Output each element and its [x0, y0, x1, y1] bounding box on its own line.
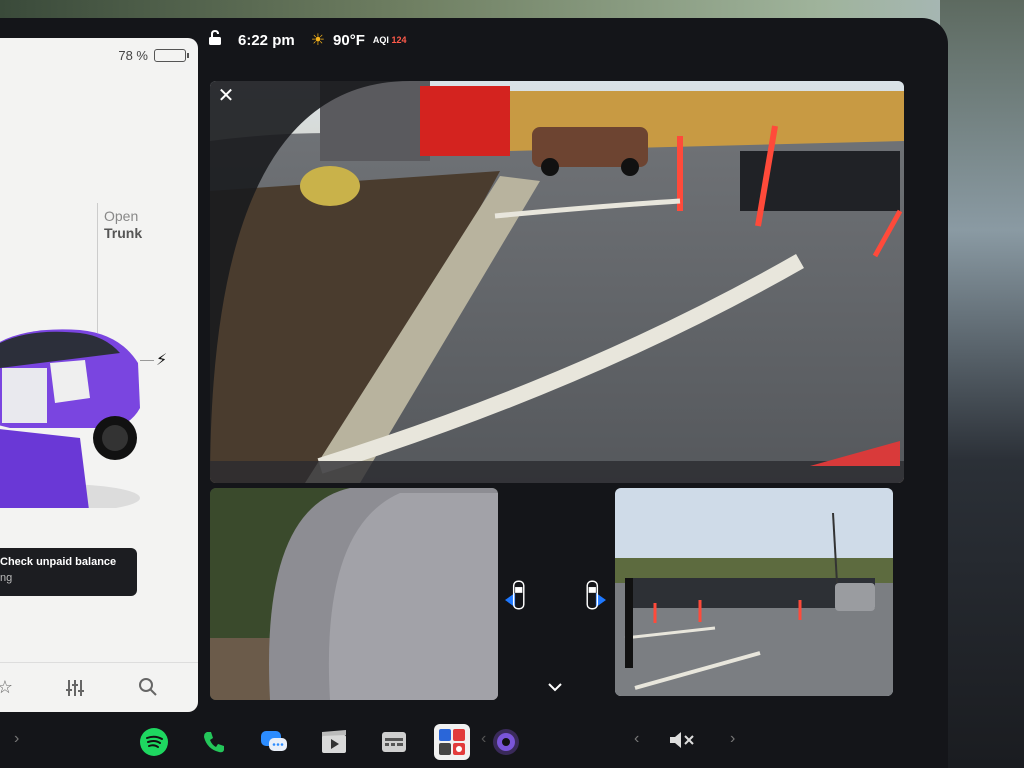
battery-icon	[154, 49, 189, 62]
view-right-camera-car-icon[interactable]	[580, 574, 606, 616]
right-repeater-camera-view[interactable]	[615, 488, 893, 696]
clock: 6:22 pm	[238, 31, 295, 49]
aqi-value: 124	[391, 35, 407, 45]
close-icon[interactable]: ✕	[216, 86, 236, 106]
bottom-dock: › ‹ ‹ ›	[0, 718, 948, 768]
charge-port-icon[interactable]: ⚡	[156, 350, 167, 370]
trunk-label-line2: Trunk	[104, 225, 143, 241]
toybox-icon[interactable]	[378, 726, 410, 758]
dock-left-arrow-icon[interactable]: ›	[14, 730, 19, 748]
star-icon[interactable]: ☆	[0, 677, 16, 699]
notification-toast[interactable]: Check unpaid balance ng	[0, 548, 137, 596]
lock-open-icon[interactable]	[208, 29, 222, 51]
spotify-icon[interactable]	[138, 726, 170, 758]
volume-up-arrow-icon[interactable]: ›	[730, 730, 735, 748]
open-trunk-button[interactable]: Open Trunk	[104, 208, 142, 242]
touchscreen: 78 % Open Trunk ⚡ Check unpaid balance n…	[0, 18, 948, 768]
vehicle-card: 78 % Open Trunk ⚡ Check unpaid balance n…	[0, 38, 198, 712]
app-launcher-icon[interactable]	[434, 724, 470, 760]
charge-port-callout-line	[140, 360, 154, 361]
search-icon[interactable]	[137, 677, 159, 699]
battery-percent: 78 %	[118, 48, 148, 63]
mute-icon[interactable]	[668, 730, 696, 755]
rear-camera-view[interactable]	[210, 81, 904, 483]
theater-icon[interactable]	[318, 726, 350, 758]
battery-indicator: 78 %	[118, 48, 189, 63]
trunk-label-line1: Open	[104, 208, 139, 224]
air-quality: AQI 124	[373, 35, 407, 45]
camera-icon[interactable]	[490, 726, 522, 758]
controls-sliders-icon[interactable]	[64, 677, 86, 699]
status-bar: 6:22 pm ☀ 90°F AQI 124	[208, 28, 406, 52]
temperature: 90°F	[333, 31, 365, 49]
toast-subtitle: ng	[0, 572, 13, 584]
messages-icon[interactable]	[258, 726, 290, 758]
toast-title: Check unpaid balance	[0, 556, 117, 568]
card-toolbar: ☆	[0, 662, 198, 712]
aqi-label: AQI	[372, 35, 389, 45]
view-left-camera-car-icon[interactable]	[505, 574, 531, 616]
screen-bezel	[940, 0, 1024, 768]
phone-icon[interactable]	[198, 726, 230, 758]
car-model-image	[0, 329, 140, 508]
sun-icon: ☀	[310, 32, 326, 49]
chevron-down-icon[interactable]	[547, 680, 563, 698]
dock-divider-arrow-icon[interactable]: ‹	[481, 730, 486, 748]
left-repeater-camera-view[interactable]	[210, 488, 498, 700]
volume-down-arrow-icon[interactable]: ‹	[634, 730, 639, 748]
